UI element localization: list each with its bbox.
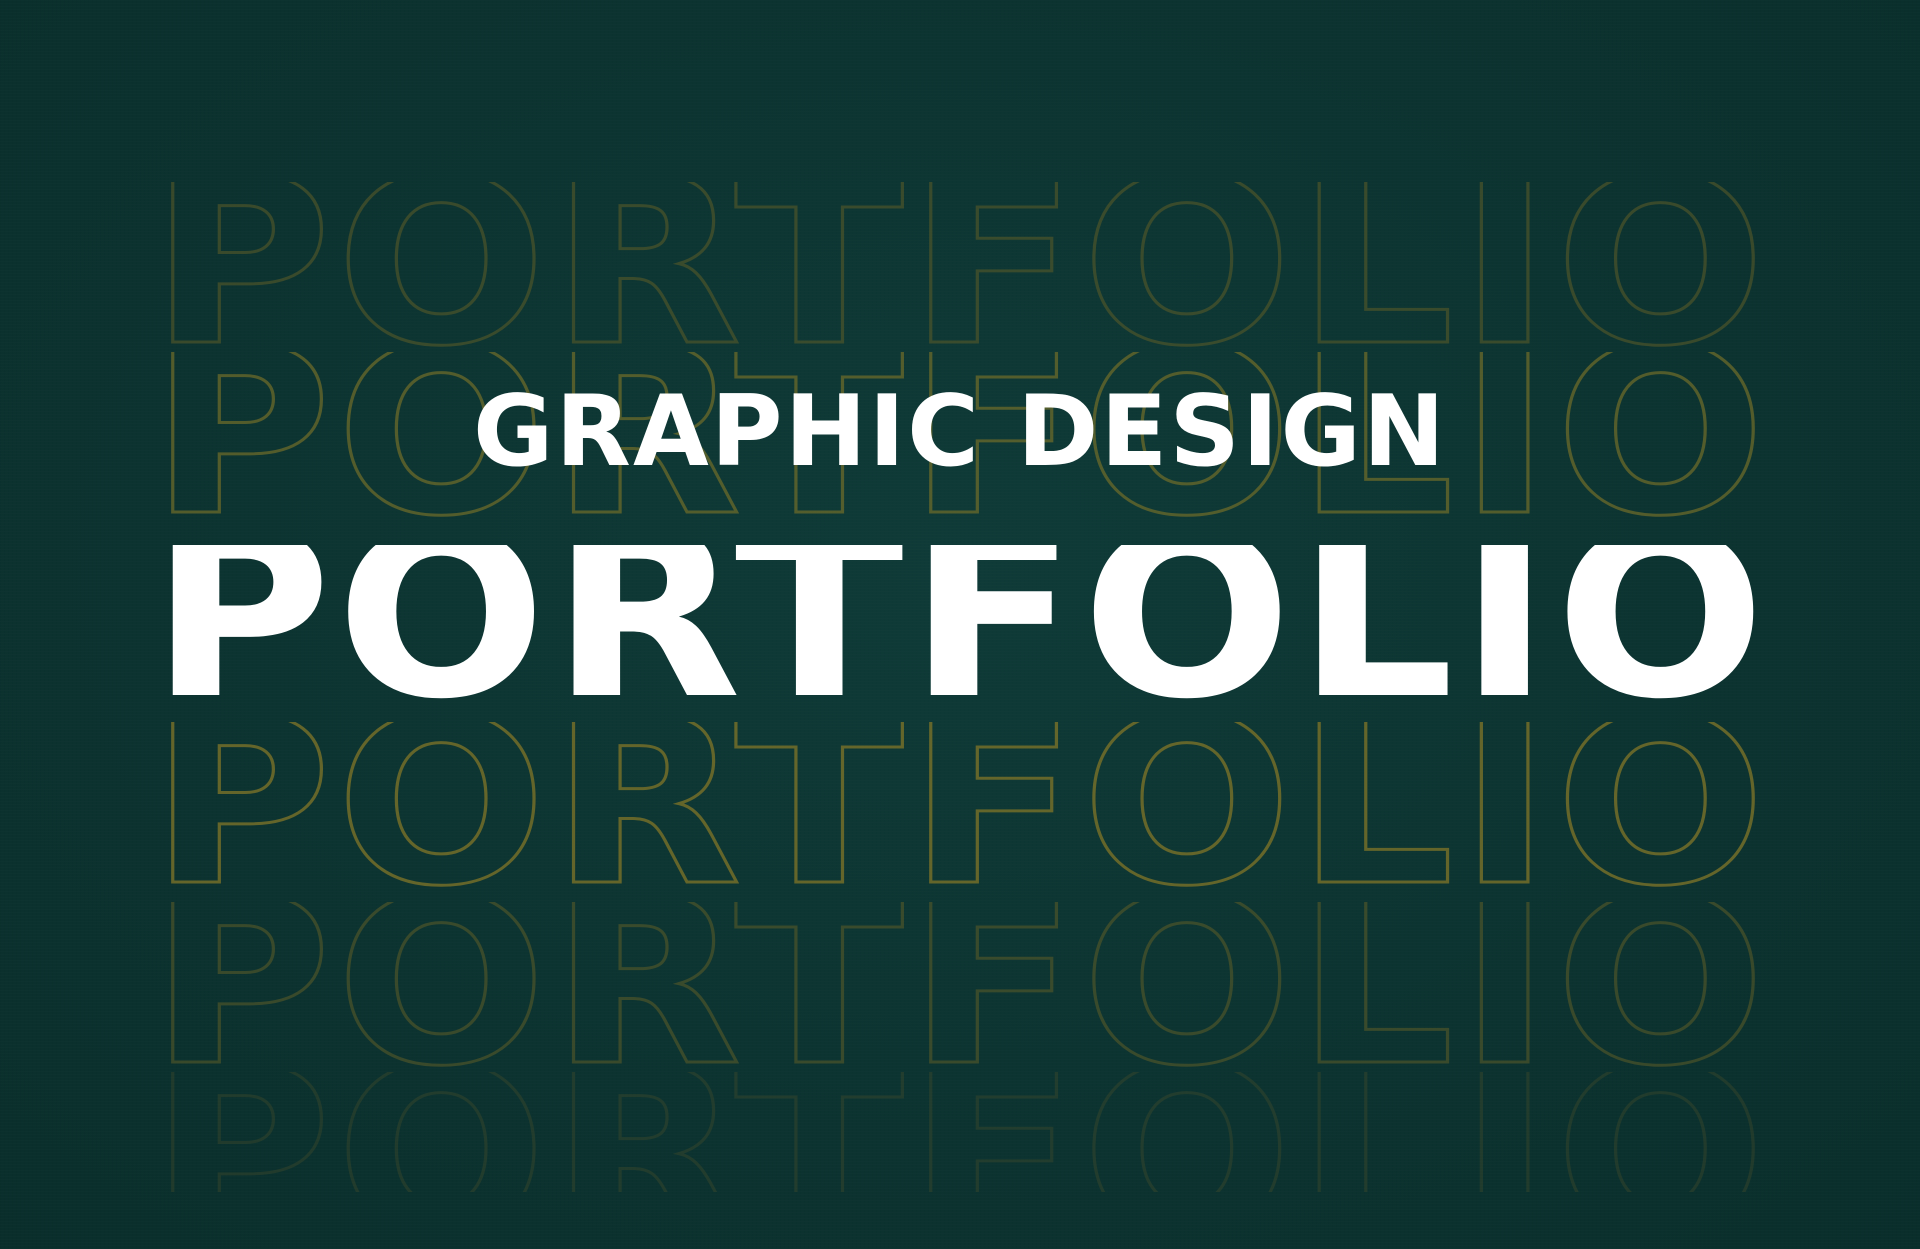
echo-text-1: PORTFOLIO bbox=[150, 182, 1770, 352]
echo-row-1: PORTFOLIO bbox=[150, 182, 1770, 352]
echo-row-5: PORTFOLIO bbox=[150, 1072, 1770, 1192]
main-title: PORTFOLIO bbox=[150, 545, 1770, 705]
echo-row-4: PORTFOLIO bbox=[150, 902, 1770, 1072]
echo-text-4: PORTFOLIO bbox=[150, 902, 1770, 1072]
echo-text-5: PORTFOLIO bbox=[150, 1072, 1770, 1192]
main-title-text: PORTFOLIO bbox=[150, 545, 1770, 705]
subtitle: GRAPHIC DESIGN bbox=[473, 375, 1447, 489]
echo-text-3: PORTFOLIO bbox=[150, 722, 1770, 892]
echo-row-3: PORTFOLIO bbox=[150, 722, 1770, 892]
